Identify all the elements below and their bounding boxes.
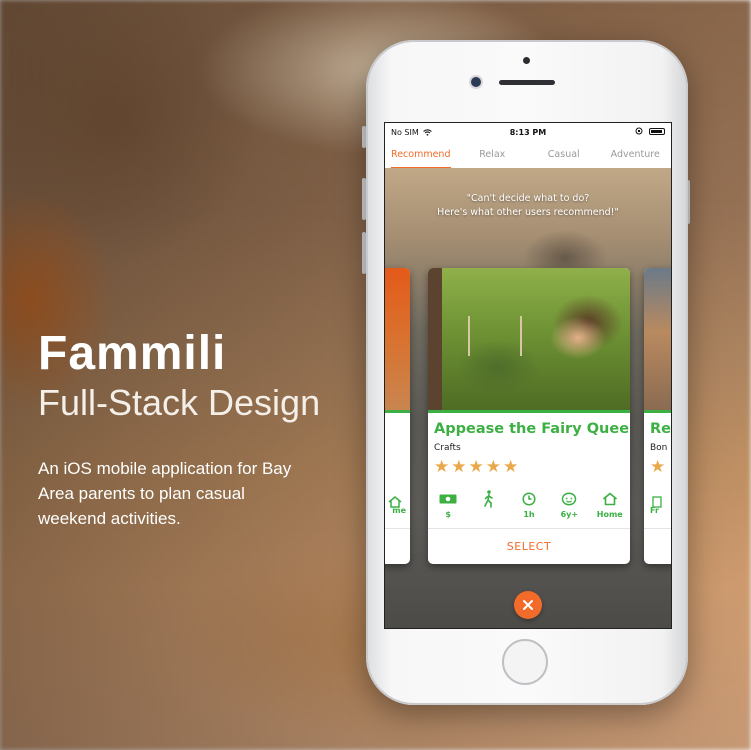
attribute-age: 6y+ (550, 491, 588, 519)
app-screen: No SIM 8:13 PM Recommend Relax Casual Ad… (384, 122, 672, 629)
card-photo (428, 268, 630, 410)
screen-background-photo: "Can't decide what to do? Here's what ot… (385, 168, 671, 628)
attribute-label: Home (596, 510, 623, 519)
card-attribute-label: Fr (650, 506, 659, 515)
activity-title: Re (650, 421, 671, 437)
activity-card-previous[interactable]: me (385, 268, 410, 564)
card-accent-bar (428, 410, 630, 413)
child-face-icon (559, 491, 579, 507)
photo-fairy-house (468, 316, 522, 356)
phone-home-button[interactable] (502, 639, 548, 685)
tab-adventure[interactable]: Adventure (600, 143, 672, 168)
attribute-label: $ (445, 510, 451, 519)
rating-stars: ★ (650, 457, 666, 477)
card-photo (644, 268, 671, 410)
battery-icon (649, 127, 665, 135)
card-accent-bar (644, 410, 671, 413)
card-divider (428, 528, 630, 529)
card-accent-bar (385, 410, 410, 413)
card-divider (385, 528, 410, 529)
card-divider (644, 528, 671, 529)
status-bar: No SIM 8:13 PM (385, 123, 671, 143)
activity-card-next[interactable]: Re Bon ★ Fr (644, 268, 671, 564)
recommend-tagline: "Can't decide what to do? Here's what ot… (385, 192, 671, 220)
orientation-lock-icon (635, 127, 643, 135)
promo-description: An iOS mobile application for Bay Area p… (38, 459, 292, 528)
promo-headline: Fammili Full-Stack Design (38, 328, 320, 424)
select-button[interactable]: SELECT (428, 530, 630, 563)
attribute-label: 6y+ (560, 510, 579, 519)
status-time: 8:13 PM (509, 128, 547, 137)
brand-title: Fammili (38, 327, 227, 380)
attribute-duration: 1h (510, 491, 548, 519)
card-photo (385, 268, 410, 410)
home-icon (600, 491, 620, 507)
phone-front-camera (471, 77, 481, 87)
activity-attributes: $ 1h 6y+ Home (428, 490, 630, 519)
attribute-activity-level (470, 490, 508, 519)
category-tabs: Recommend Relax Casual Adventure (385, 143, 671, 169)
activity-card[interactable]: Appease the Fairy Queen Crafts ★★★★★ $ 1… (428, 268, 630, 564)
clock-icon (519, 491, 539, 507)
activity-title: Appease the Fairy Queen (434, 421, 630, 437)
tagline-line-2: Here's what other users recommend!" (437, 207, 619, 218)
attribute-cost: $ (429, 491, 467, 519)
phone-sensor (523, 57, 530, 64)
tab-recommend[interactable]: Recommend (385, 143, 457, 169)
photo-tree-trunk (428, 268, 442, 410)
walking-icon (479, 490, 499, 508)
status-indicators (635, 127, 665, 135)
dismiss-button[interactable] (514, 591, 542, 619)
card-attribute-label: me (392, 506, 406, 515)
attribute-label: 1h (523, 510, 535, 519)
rating-stars: ★★★★★ (434, 457, 521, 477)
money-icon (438, 491, 458, 507)
activity-category: Crafts (434, 443, 461, 453)
tagline-line-1: "Can't decide what to do? (466, 193, 590, 204)
attribute-location: Home (591, 491, 629, 519)
phone-speaker (499, 80, 555, 85)
promo-subtitle: Full-Stack Design (38, 382, 321, 423)
close-icon (523, 600, 533, 610)
tab-casual[interactable]: Casual (528, 143, 600, 168)
tab-relax[interactable]: Relax (457, 143, 529, 168)
activity-category: Bon (650, 443, 668, 453)
